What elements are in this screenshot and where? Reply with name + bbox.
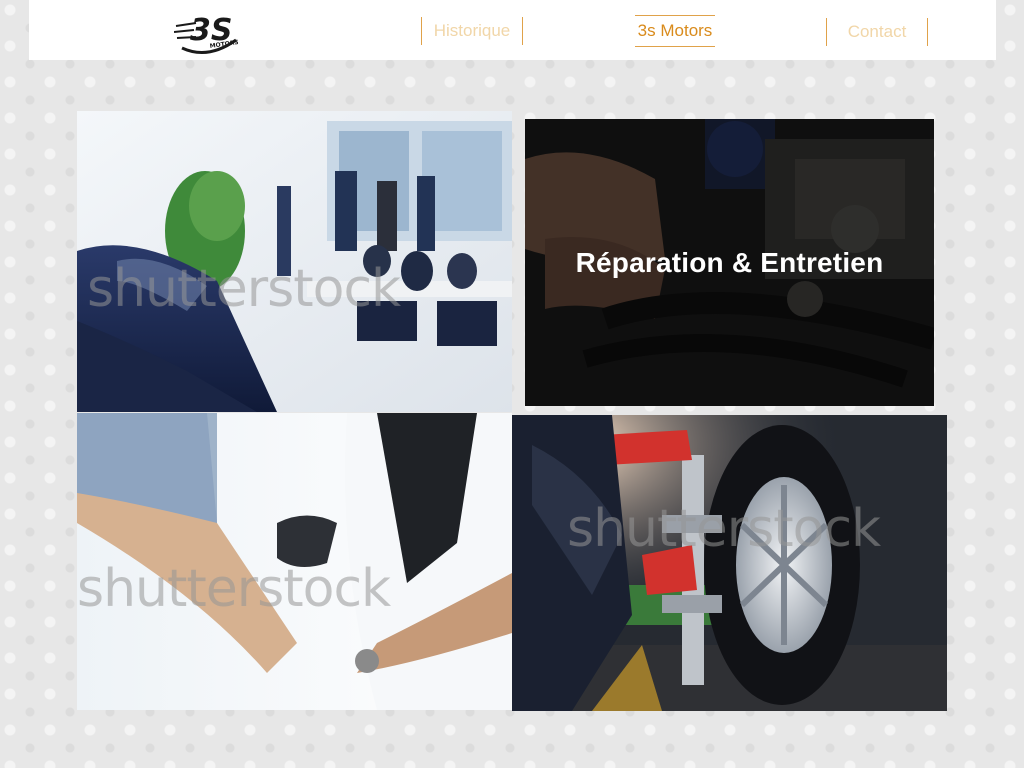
nav-historique[interactable]: Historique [421,17,523,45]
tile-caption: Réparation & Entretien [575,247,884,278]
nav-3s-motors[interactable]: 3s Motors [635,15,715,47]
showroom-image [77,111,512,412]
tile-key-handover[interactable]: shutterstock [77,413,512,710]
nav-contact[interactable]: Contact [826,18,928,46]
key-handover-image [77,413,512,710]
tile-showroom[interactable]: shutterstock [77,111,512,412]
tile-wheel-alignment[interactable]: shutterstock [512,415,947,711]
tile-reparation-entretien[interactable]: Réparation & Entretien [525,119,934,406]
brand-logo[interactable]: 3S MOTORS [173,4,239,58]
header-bar: 3S MOTORS Historique 3s Motors Contact [29,0,996,60]
wheel-alignment-image [512,415,947,711]
